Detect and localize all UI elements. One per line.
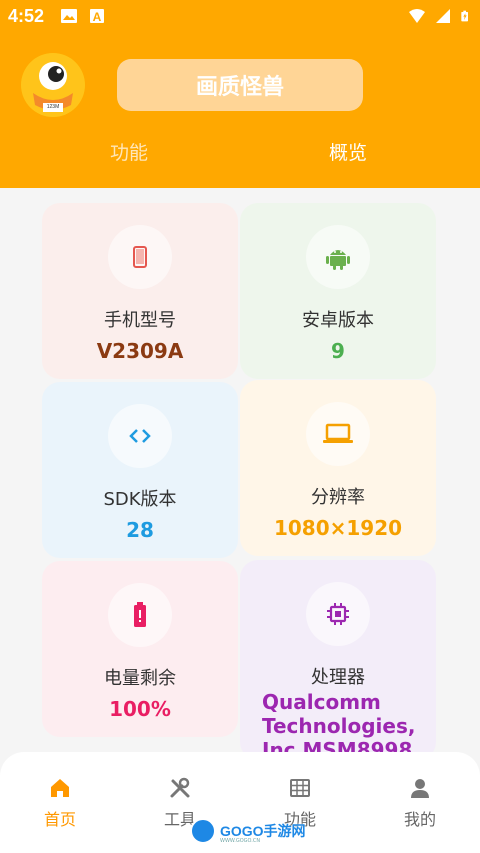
tab-overview[interactable]: 概览 <box>329 138 367 165</box>
nav-home[interactable]: 首页 <box>20 776 100 830</box>
svg-text:A: A <box>93 10 102 24</box>
chip-icon <box>327 603 349 625</box>
card-label: SDK版本 <box>103 489 177 510</box>
icon-circle <box>108 225 172 289</box>
card-value: 1080×1920 <box>273 516 403 540</box>
card-value: 9 <box>331 339 345 363</box>
header: 4:52 A 123M 画质怪兽 功能 概览 <box>0 0 480 188</box>
status-bar: 4:52 A <box>0 0 480 32</box>
battery-alert-icon <box>134 602 146 627</box>
grid-icon <box>290 779 310 797</box>
card-value: 28 <box>126 518 154 542</box>
card-processor: 处理器 Qualcomm Technologies, Inc MSM8998 <box>240 560 436 760</box>
card-label: 电量剩余 <box>104 668 176 689</box>
wifi-icon <box>409 9 425 23</box>
card-label: 安卓版本 <box>302 310 374 331</box>
icon-circle <box>108 404 172 468</box>
phone-icon <box>133 246 147 268</box>
avatar-badge: 123M <box>46 104 60 110</box>
watermark-logo-icon <box>190 818 216 844</box>
android-icon <box>326 250 350 270</box>
card-phone-model: 手机型号 V2309A <box>42 203 238 379</box>
user-icon <box>411 779 429 798</box>
home-icon <box>51 779 69 797</box>
card-battery-level: 电量剩余 100% <box>42 561 238 737</box>
card-value: V2309A <box>96 339 184 363</box>
card-sdk-version: SDK版本 28 <box>42 382 238 558</box>
tools-icon <box>170 777 190 798</box>
card-label: 分辨率 <box>311 487 365 508</box>
top-tabs: 功能 概览 <box>0 138 480 170</box>
app-title-button[interactable]: 画质怪兽 <box>117 59 363 111</box>
card-label: 处理器 <box>311 667 365 688</box>
card-android-version: 安卓版本 9 <box>240 203 436 379</box>
nav-label: 首页 <box>43 810 76 829</box>
card-value: Qualcomm Technologies, Inc MSM8998 <box>262 690 416 760</box>
signal-icon <box>436 9 450 23</box>
watermark-sub: WWW.GOGO.CN <box>220 838 261 844</box>
code-icon <box>129 429 151 443</box>
tab-functions[interactable]: 功能 <box>110 138 148 165</box>
laptop-icon <box>323 423 353 443</box>
avatar[interactable]: 123M <box>21 53 85 117</box>
icon-circle <box>306 582 370 646</box>
a-icon: A <box>90 9 104 24</box>
nav-label: 我的 <box>403 810 436 829</box>
watermark: GOGO手游网 WWW.GOGO.CN <box>190 818 306 844</box>
card-resolution: 分辨率 1080×1920 <box>240 380 436 556</box>
status-right-icons <box>408 7 472 25</box>
card-value: 100% <box>109 697 171 721</box>
status-left-icons: A <box>60 7 106 25</box>
icon-circle <box>306 225 370 289</box>
image-icon <box>61 9 77 23</box>
status-time: 4:52 <box>8 6 45 26</box>
icon-circle <box>306 402 370 466</box>
card-label: 手机型号 <box>104 310 176 331</box>
nav-profile[interactable]: 我的 <box>380 776 460 830</box>
battery-icon <box>461 10 468 22</box>
icon-circle <box>108 583 172 647</box>
